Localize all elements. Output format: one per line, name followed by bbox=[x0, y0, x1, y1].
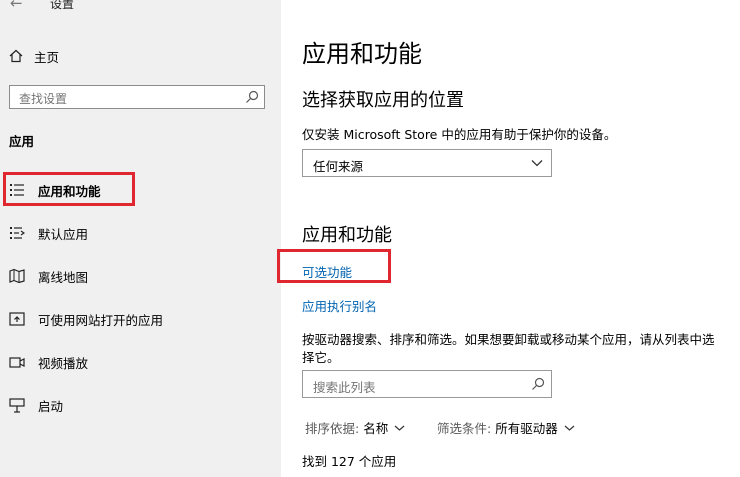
startup-icon bbox=[9, 398, 25, 413]
sidebar-item-default-apps[interactable]: 默认应用 bbox=[0, 213, 281, 253]
apps-for-websites-icon bbox=[9, 312, 25, 326]
sidebar: ← 设置 主页 查找设置 应用 应用和功能 默认应用 离线地图 可使用网站打开的… bbox=[0, 0, 281, 477]
search-icon[interactable] bbox=[531, 377, 545, 391]
filter-by-dropdown[interactable]: 筛选条件: 所有驱动器 bbox=[437, 418, 575, 437]
apps-section-description: 按驱动器搜索、排序和筛选。如果想要卸载或移动某个应用，请从列表中选择它。 bbox=[302, 332, 715, 365]
video-playback-icon bbox=[9, 357, 25, 368]
apps-section-heading: 应用和功能 bbox=[302, 225, 392, 246]
page-title: 应用和功能 bbox=[302, 40, 422, 68]
default-apps-icon bbox=[10, 227, 25, 239]
highlight-box-optional-features bbox=[277, 249, 391, 283]
sidebar-item-startup[interactable]: 启动 bbox=[0, 385, 281, 425]
sort-value: 名称 bbox=[363, 421, 389, 436]
home-nav[interactable]: 主页 bbox=[9, 46, 59, 66]
home-label: 主页 bbox=[34, 49, 60, 65]
sort-by-dropdown[interactable]: 排序依据: 名称 bbox=[305, 418, 405, 437]
back-arrow-icon[interactable]: ← bbox=[10, 0, 23, 12]
home-icon bbox=[9, 49, 23, 63]
sidebar-item-apps-for-websites[interactable]: 可使用网站打开的应用 bbox=[0, 299, 281, 339]
sidebar-item-label: 默认应用 bbox=[38, 227, 89, 242]
app-source-dropdown[interactable]: 任何来源 bbox=[302, 149, 552, 177]
sort-label: 排序依据: bbox=[305, 421, 360, 436]
sidebar-item-label: 可使用网站打开的应用 bbox=[38, 313, 164, 328]
main-panel: 应用和功能 选择获取应用的位置 仅安装 Microsoft Store 中的应用… bbox=[277, 0, 740, 477]
highlight-box-apps-features bbox=[3, 172, 135, 206]
app-result-count: 找到 127 个应用 bbox=[302, 454, 397, 469]
sidebar-item-label: 离线地图 bbox=[38, 270, 89, 285]
window-title: 设置 bbox=[50, 0, 75, 11]
install-section-heading: 选择获取应用的位置 bbox=[302, 90, 464, 111]
chevron-down-icon bbox=[531, 160, 543, 167]
search-icon[interactable] bbox=[245, 90, 259, 104]
section-heading-apps: 应用 bbox=[9, 134, 35, 149]
filter-value: 所有驱动器 bbox=[495, 421, 558, 436]
sidebar-item-label: 启动 bbox=[38, 399, 64, 414]
chevron-down-icon bbox=[564, 425, 575, 431]
settings-search-input[interactable]: 查找设置 bbox=[9, 85, 265, 109]
filter-label: 筛选条件: bbox=[437, 421, 492, 436]
dropdown-value: 任何来源 bbox=[313, 159, 364, 174]
sidebar-item-offline-maps[interactable]: 离线地图 bbox=[0, 256, 281, 296]
settings-search-placeholder: 查找设置 bbox=[19, 92, 68, 106]
sidebar-item-label: 视频播放 bbox=[38, 356, 89, 371]
app-alias-link[interactable]: 应用执行别名 bbox=[302, 296, 377, 315]
offline-maps-icon bbox=[9, 268, 25, 284]
app-list-search-placeholder: 搜索此列表 bbox=[313, 380, 376, 395]
sidebar-item-video-playback[interactable]: 视频播放 bbox=[0, 342, 281, 382]
app-list-search-input[interactable]: 搜索此列表 bbox=[302, 370, 552, 398]
chevron-down-icon bbox=[394, 425, 405, 431]
install-section-description: 仅安装 Microsoft Store 中的应用有助于保护你的设备。 bbox=[302, 127, 617, 142]
